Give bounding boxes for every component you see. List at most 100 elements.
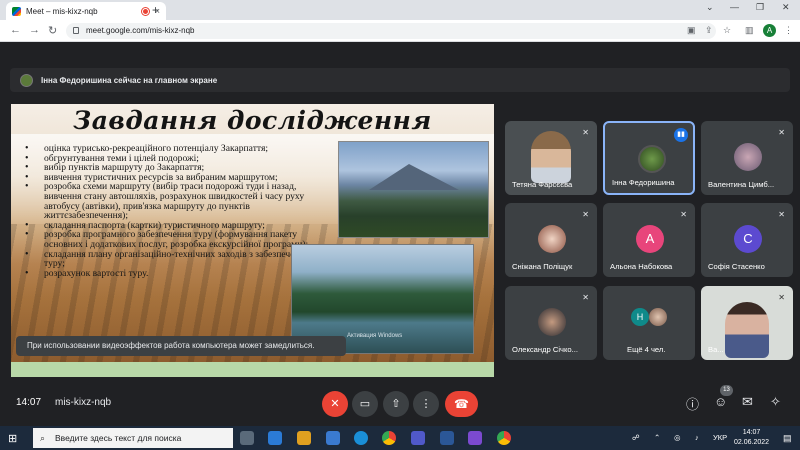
- taskbar-search-placeholder: Введите здесь текст для поиска: [55, 433, 182, 443]
- participant-avatar: [734, 143, 762, 171]
- group-initial-avatar: Н: [631, 308, 649, 326]
- participant-name: Тетяна Фарсєєва: [512, 180, 573, 189]
- participant-tile[interactable]: С ✕ Софія Стасенко: [701, 203, 793, 277]
- word-icon[interactable]: [440, 431, 454, 445]
- participant-tile[interactable]: ✕ Валентина Цимб...: [701, 121, 793, 195]
- taskbar-time: 14:07: [742, 429, 761, 436]
- address-toolbar: ← → ↻ meet.google.com/mis-kixz-nqb ▣ ⇪ ☆…: [0, 20, 800, 42]
- mic-off-icon: ✕: [582, 293, 589, 302]
- keyboard-language[interactable]: УКР: [713, 433, 727, 442]
- taskbar-date: 02.06.2022: [734, 439, 770, 446]
- menu-kebab-icon[interactable]: ⋮: [784, 25, 793, 36]
- participant-avatar: [638, 145, 666, 173]
- reload-icon[interactable]: ↻: [48, 24, 57, 37]
- presenter-banner-text: Інна Федоришина сейчас на главном экране: [41, 75, 218, 85]
- participant-tile-speaking[interactable]: ▮▮ Інна Федоришина: [603, 121, 695, 195]
- notifications-icon[interactable]: ▤: [783, 433, 792, 444]
- group-photo-avatar: [649, 308, 667, 326]
- participant-name: Валентина Цимб...: [708, 180, 775, 189]
- participant-name: Інна Федоришина: [612, 178, 675, 187]
- photos-icon[interactable]: [326, 431, 340, 445]
- mic-off-icon: ✕: [778, 293, 785, 302]
- participant-name: Сніжана Поліщук: [512, 262, 573, 271]
- slide-title: Завдання дослідження: [73, 106, 432, 135]
- chrome-active-icon[interactable]: [497, 431, 511, 445]
- people-tray-icon[interactable]: ☍: [632, 433, 640, 442]
- participant-avatar: [538, 225, 566, 253]
- meeting-controls: 14:07 mis-kixz-nqb ✕ ▭ ⇧ ⋮ ☎ ⓘ 13 ☺ ✉ ✧: [0, 384, 800, 426]
- file-explorer-icon[interactable]: [268, 431, 282, 445]
- mic-off-icon: ✕: [582, 210, 589, 219]
- participant-name: Олександр Січко...: [512, 345, 578, 354]
- participant-initial-avatar: А: [636, 225, 664, 253]
- slide-bullet: розробка програмного забезпечення туру (…: [25, 230, 310, 249]
- presenter-avatar: [20, 73, 33, 87]
- participant-tile[interactable]: ✕ Тетяна Фарсєєва: [505, 121, 597, 195]
- more-options-button[interactable]: ⋮: [413, 391, 439, 417]
- meet-favicon-icon: [12, 6, 21, 16]
- present-screen-button[interactable]: ⇧: [383, 391, 409, 417]
- participant-name: Альона Набокова: [610, 262, 673, 271]
- camera-in-use-icon[interactable]: ▣: [687, 25, 696, 36]
- network-icon[interactable]: ◎: [674, 433, 681, 442]
- participant-video: [725, 302, 769, 358]
- chevron-up-icon[interactable]: ⌃: [654, 433, 660, 442]
- video-effects-toast: При использовании видеоэффектов работа к…: [16, 336, 346, 356]
- tab-title: Meet – mis-kixz-nqb: [26, 6, 98, 16]
- speaking-indicator-icon: ▮▮: [674, 128, 688, 142]
- participant-tile[interactable]: ✕ Сніжана Поліщук: [505, 203, 597, 277]
- mic-off-icon: ✕: [680, 210, 687, 219]
- close-window-button[interactable]: ✕: [782, 2, 790, 13]
- task-view-icon[interactable]: [240, 431, 254, 445]
- taskbar-search-box[interactable]: ⌕ Введите здесь текст для поиска: [33, 428, 233, 448]
- new-tab-button[interactable]: +: [152, 3, 159, 17]
- bookmark-star-icon[interactable]: ☆: [723, 25, 731, 36]
- teams-icon[interactable]: [411, 431, 425, 445]
- forward-icon[interactable]: →: [29, 24, 40, 36]
- meeting-details-icon[interactable]: ⓘ: [686, 394, 699, 413]
- search-icon: ⌕: [40, 433, 46, 443]
- tab-search-button[interactable]: ⌄: [706, 2, 714, 13]
- taskbar-clock[interactable]: 14:07 02.06.2022: [734, 428, 769, 448]
- minimize-button[interactable]: —: [730, 2, 739, 12]
- side-panel-icon[interactable]: ▥: [745, 25, 754, 36]
- share-icon[interactable]: ⇪: [705, 25, 713, 36]
- slide-bullet-list: оцінка турисько-рекреаційного потенціалу…: [25, 144, 310, 278]
- mic-off-icon: ✕: [778, 128, 785, 137]
- participant-video: [531, 131, 571, 183]
- participant-group-tile[interactable]: Н Ещё 4 чел.: [603, 286, 695, 360]
- participant-initial-avatar: С: [734, 225, 762, 253]
- folder-icon[interactable]: [297, 431, 311, 445]
- leave-call-button[interactable]: ☎: [445, 391, 478, 417]
- url-field[interactable]: meet.google.com/mis-kixz-nqb: [66, 23, 716, 39]
- chrome-icon[interactable]: [382, 431, 396, 445]
- mic-off-icon: ✕: [778, 210, 785, 219]
- windows-start-icon[interactable]: ⊞: [8, 432, 17, 445]
- profile-avatar[interactable]: A: [763, 24, 776, 37]
- activities-icon[interactable]: ✧: [770, 394, 781, 410]
- lock-icon: [73, 27, 79, 34]
- participant-name: Ещё 4 чел.: [627, 345, 666, 354]
- camera-toggle-button[interactable]: ▭: [352, 391, 378, 417]
- maximize-button[interactable]: ❐: [756, 2, 764, 13]
- meeting-code: mis-kixz-nqb: [55, 397, 112, 408]
- chat-icon[interactable]: ✉: [742, 394, 753, 410]
- url-text: meet.google.com/mis-kixz-nqb: [86, 26, 195, 35]
- slide-footer-strip: [11, 362, 494, 377]
- participant-tile[interactable]: ✕ Олександр Січко...: [505, 286, 597, 360]
- participant-tile[interactable]: ✕ Ва...: [701, 286, 793, 360]
- recording-indicator-icon: [141, 7, 149, 15]
- back-icon[interactable]: ←: [10, 24, 21, 36]
- edge-icon[interactable]: [354, 431, 368, 445]
- people-icon[interactable]: ☺: [714, 394, 727, 409]
- mic-toggle-button[interactable]: ✕: [322, 391, 348, 417]
- mic-off-icon: ✕: [582, 128, 589, 137]
- slide-bullet: складання плану організаційно-технічних …: [25, 249, 310, 269]
- presenter-banner: Інна Федоришина сейчас на главном экране: [10, 68, 790, 92]
- browser-tab[interactable]: Meet – mis-kixz-nqb ×: [6, 2, 166, 20]
- volume-icon[interactable]: ♪: [695, 433, 699, 442]
- windows-taskbar: ⊞ ⌕ Введите здесь текст для поиска ☍ ⌃ ◎…: [0, 426, 800, 450]
- viber-icon[interactable]: [468, 431, 482, 445]
- participant-tile[interactable]: А ✕ Альона Набокова: [603, 203, 695, 277]
- slide-bullet: розрахунок вартості туру.: [25, 269, 310, 279]
